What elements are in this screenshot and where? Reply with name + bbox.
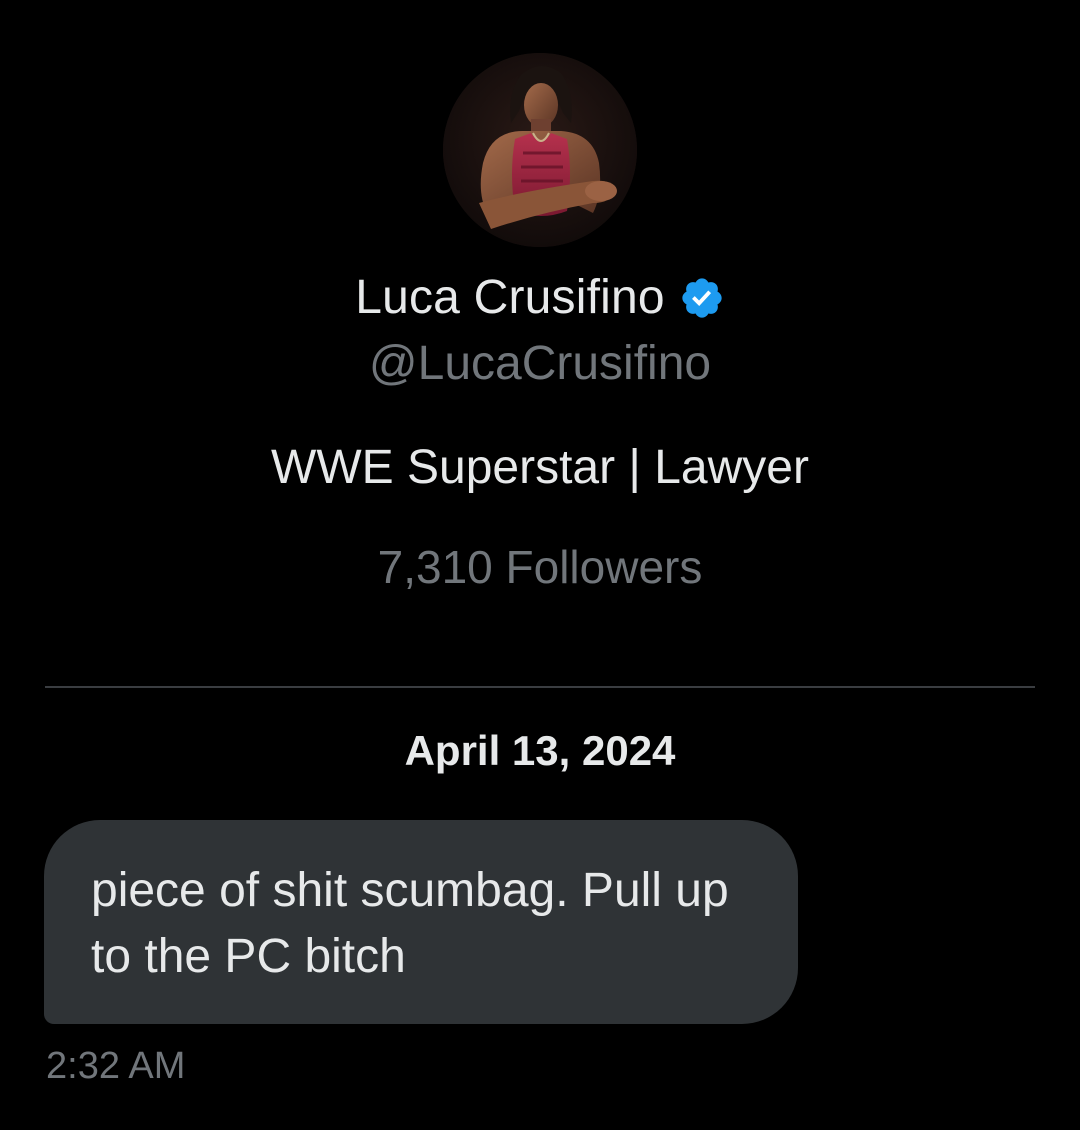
handle[interactable]: @LucaCrusifino (0, 334, 1080, 394)
date-separator: April 13, 2024 (404, 727, 676, 774)
display-name[interactable]: Luca Crusifino (355, 268, 665, 328)
bio: WWE Superstar | Lawyer (271, 441, 809, 494)
name-row: Luca Crusifino (0, 268, 1080, 328)
followers-count[interactable]: 7,310 Followers (0, 537, 1080, 597)
profile-photo-image (443, 53, 637, 247)
message-bubble[interactable]: piece of shit scumbag. Pull up to the PC… (44, 820, 798, 1024)
divider (45, 686, 1035, 688)
message-text: piece of shit scumbag. Pull up to the PC… (91, 864, 729, 983)
profile-header: Luca Crusifino @LucaCrusifino WWE Supers… (0, 0, 1080, 688)
message-timestamp: 2:32 AM (46, 1045, 186, 1087)
avatar[interactable] (443, 53, 637, 247)
verified-badge-icon (682, 278, 722, 318)
